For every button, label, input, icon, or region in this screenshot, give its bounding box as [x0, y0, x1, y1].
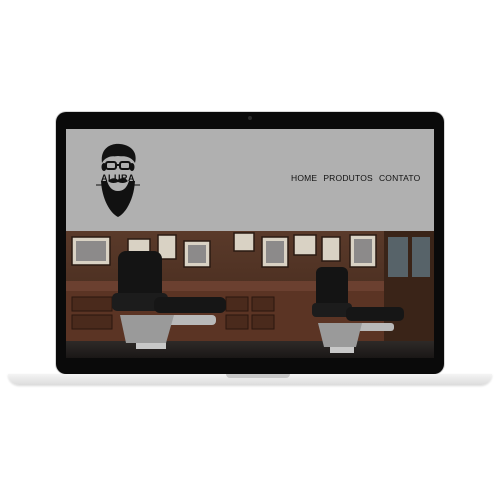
site-header: ALURA HOME PRODUTOS CONTATO: [66, 129, 434, 231]
logo-text: ALURA: [101, 173, 135, 183]
laptop-notch: [226, 374, 290, 378]
camera-icon: [248, 116, 252, 120]
nav-contato-link[interactable]: CONTATO: [379, 173, 421, 183]
website-viewport: ALURA HOME PRODUTOS CONTATO: [66, 129, 434, 358]
barbershop-hero-image: [66, 231, 434, 358]
main-nav: HOME PRODUTOS CONTATO: [291, 173, 420, 183]
laptop-screen-frame: ALURA HOME PRODUTOS CONTATO: [56, 112, 444, 374]
laptop-base: [8, 374, 492, 385]
nav-produtos-link[interactable]: PRODUTOS: [323, 173, 373, 183]
nav-home-link[interactable]: HOME: [291, 173, 317, 183]
